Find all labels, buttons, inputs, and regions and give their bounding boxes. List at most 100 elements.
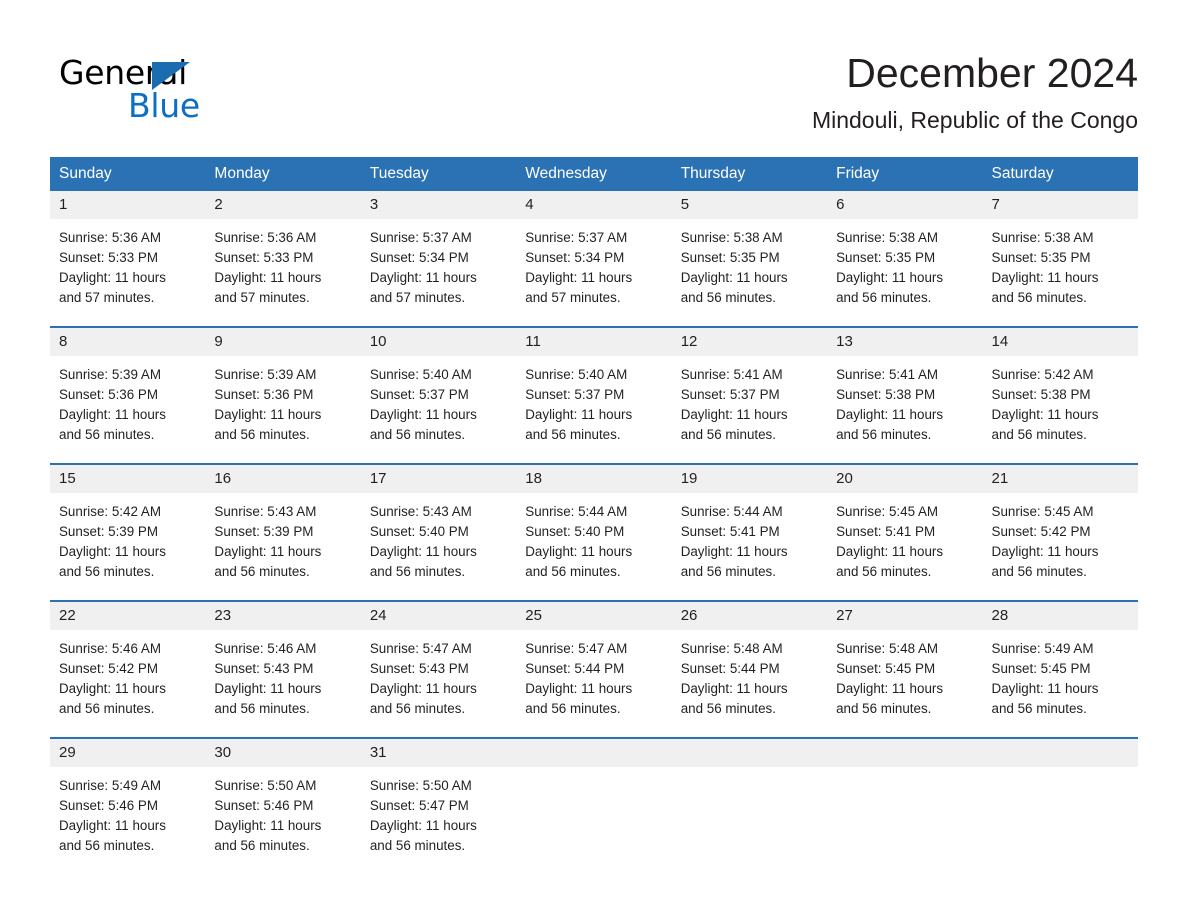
page-header: General Blue December 2024 Mindouli, Rep…: [0, 0, 1188, 150]
sunset-text: Sunset: 5:33 PM: [59, 250, 158, 265]
calendar-day-cell[interactable]: 13 Sunrise: 5:41 AM Sunset: 5:38 PM Dayligh…: [827, 328, 983, 463]
sunrise-text: Sunrise: 5:49 AM: [59, 778, 161, 793]
daylight-text-line1: Daylight: 11 hours: [836, 407, 944, 422]
day-info: Sunrise: 5:38 AM Sunset: 5:35 PM Daylight:…: [672, 219, 827, 326]
day-number: [671, 739, 828, 767]
daylight-text-line1: Daylight: 11 hours: [525, 270, 633, 285]
daylight-text-line1: Daylight: 11 hours: [369, 270, 477, 285]
sunrise-text: Sunrise: 5:38 AM: [991, 230, 1094, 245]
daylight-text-line2: and 56 minutes.: [991, 701, 1087, 716]
daylight-text-line1: Daylight: 11 hours: [59, 818, 166, 833]
day-info: Sunrise: 5:48 AM Sunset: 5:45 PM Daylight:…: [827, 630, 982, 737]
general-blue-logo[interactable]: General Blue: [59, 54, 319, 134]
calendar-day-cell-empty: [516, 739, 672, 874]
sunrise-text: Sunrise: 5:41 AM: [836, 367, 939, 382]
day-number: 22: [50, 602, 206, 630]
sunset-text: Sunset: 5:41 PM: [680, 524, 780, 539]
day-number: 20: [827, 465, 983, 493]
calendar-day-cell[interactable]: 12 Sunrise: 5:41 AM Sunset: 5:37 PM Dayligh…: [671, 328, 828, 463]
calendar-day-cell[interactable]: 31 Sunrise: 5:50 AM Sunset: 5:47 PM Dayligh…: [360, 739, 517, 874]
day-info: Sunrise: 5:37 AM Sunset: 5:34 PM Daylight:…: [516, 219, 671, 326]
daylight-text-line2: and 56 minutes.: [836, 427, 932, 442]
day-number: 23: [205, 602, 361, 630]
calendar-day-cell[interactable]: 5 Sunrise: 5:38 AM Sunset: 5:35 PM Daylight…: [671, 191, 828, 326]
calendar-day-cell[interactable]: 7 Sunrise: 5:38 AM Sunset: 5:35 PM Daylight…: [982, 191, 1138, 326]
daylight-text-line2: and 56 minutes.: [836, 290, 932, 305]
day-number: 28: [982, 602, 1138, 630]
sunrise-text: Sunrise: 5:44 AM: [525, 504, 628, 519]
calendar-day-cell[interactable]: 6 Sunrise: 5:38 AM Sunset: 5:35 PM Daylight…: [827, 191, 983, 326]
sunrise-text: Sunrise: 5:48 AM: [836, 641, 939, 656]
day-number: 7: [982, 191, 1138, 219]
calendar-day-cell[interactable]: 10 Sunrise: 5:40 AM Sunset: 5:37 PM Dayligh…: [360, 328, 517, 463]
daylight-text-line1: Daylight: 11 hours: [680, 681, 788, 696]
sunset-text: Sunset: 5:39 PM: [214, 524, 314, 539]
sunset-text: Sunset: 5:33 PM: [214, 250, 314, 265]
day-number: 10: [360, 328, 517, 356]
calendar-grid: Sunday Monday Tuesday Wednesday Thursday Frid…: [50, 157, 1138, 874]
calendar-day-cell[interactable]: 20 Sunrise: 5:45 AM Sunset: 5:41 PM Dayligh…: [827, 465, 983, 600]
sunrise-text: Sunrise: 5:50 AM: [369, 778, 472, 793]
calendar-day-cell[interactable]: 8 Sunrise: 5:39 AM Sunset: 5:36 PM Daylight…: [50, 328, 206, 463]
weekday-header-sunday: Sunday: [59, 165, 112, 182]
day-number: 15: [50, 465, 206, 493]
day-number: 9: [205, 328, 361, 356]
calendar-day-cell[interactable]: 16 Sunrise: 5:43 AM Sunset: 5:39 PM Dayligh…: [205, 465, 361, 600]
day-info: Sunrise: 5:47 AM Sunset: 5:43 PM Daylight:…: [361, 630, 516, 737]
sunrise-text: Sunrise: 5:41 AM: [680, 367, 783, 382]
sunrise-text: Sunrise: 5:45 AM: [991, 504, 1094, 519]
calendar-day-cell[interactable]: 23 Sunrise: 5:46 AM Sunset: 5:43 PM Dayligh…: [205, 602, 361, 737]
day-number: 1: [50, 191, 206, 219]
calendar-day-cell[interactable]: 17 Sunrise: 5:43 AM Sunset: 5:40 PM Dayligh…: [360, 465, 517, 600]
day-number: 21: [982, 465, 1138, 493]
sunrise-text: Sunrise: 5:36 AM: [59, 230, 161, 245]
sunset-text: Sunset: 5:42 PM: [59, 661, 158, 676]
daylight-text-line1: Daylight: 11 hours: [369, 544, 477, 559]
calendar-day-cell[interactable]: 21 Sunrise: 5:45 AM Sunset: 5:42 PM Dayligh…: [982, 465, 1138, 600]
calendar-day-cell[interactable]: 30 Sunrise: 5:50 AM Sunset: 5:46 PM Dayligh…: [205, 739, 361, 874]
day-info: Sunrise: 5:47 AM Sunset: 5:44 PM Daylight:…: [516, 630, 671, 737]
calendar-day-cell[interactable]: 29 Sunrise: 5:49 AM Sunset: 5:46 PM Dayligh…: [50, 739, 206, 874]
calendar-day-cell[interactable]: 1 Sunrise: 5:36 AM Sunset: 5:33 PM Daylight…: [50, 191, 206, 326]
calendar-day-cell[interactable]: 28 Sunrise: 5:49 AM Sunset: 5:45 PM Dayligh…: [982, 602, 1138, 737]
calendar-day-cell[interactable]: 26 Sunrise: 5:48 AM Sunset: 5:44 PM Dayligh…: [671, 602, 828, 737]
calendar-day-cell[interactable]: 4 Sunrise: 5:37 AM Sunset: 5:34 PM Daylight…: [516, 191, 672, 326]
calendar-day-cell[interactable]: 9 Sunrise: 5:39 AM Sunset: 5:36 PM Daylight…: [205, 328, 361, 463]
calendar-week-row: 1 Sunrise: 5:36 AM Sunset: 5:33 PM Daylight…: [50, 191, 1138, 326]
calendar-day-cell[interactable]: 22 Sunrise: 5:46 AM Sunset: 5:42 PM Dayligh…: [50, 602, 206, 737]
calendar-day-cell[interactable]: 14 Sunrise: 5:42 AM Sunset: 5:38 PM Dayligh…: [982, 328, 1138, 463]
calendar-day-cell[interactable]: 15 Sunrise: 5:42 AM Sunset: 5:39 PM Dayligh…: [50, 465, 206, 600]
daylight-text-line2: and 56 minutes.: [59, 427, 155, 442]
calendar-day-cell[interactable]: 2 Sunrise: 5:36 AM Sunset: 5:33 PM Daylight…: [205, 191, 361, 326]
daylight-text-line2: and 57 minutes.: [214, 290, 310, 305]
daylight-text-line2: and 57 minutes.: [59, 290, 155, 305]
day-info: Sunrise: 5:40 AM Sunset: 5:37 PM Daylight:…: [516, 356, 671, 463]
daylight-text-line2: and 56 minutes.: [680, 290, 776, 305]
sunrise-text: Sunrise: 5:42 AM: [991, 367, 1094, 382]
daylight-text-line2: and 56 minutes.: [214, 427, 310, 442]
calendar-day-cell[interactable]: 3 Sunrise: 5:37 AM Sunset: 5:34 PM Daylight…: [360, 191, 517, 326]
calendar-day-cell[interactable]: 11 Sunrise: 5:40 AM Sunset: 5:37 PM Dayligh…: [516, 328, 672, 463]
calendar-day-cell[interactable]: 24 Sunrise: 5:47 AM Sunset: 5:43 PM Dayligh…: [360, 602, 517, 737]
sunrise-text: Sunrise: 5:46 AM: [59, 641, 161, 656]
daylight-text-line1: Daylight: 11 hours: [214, 818, 322, 833]
calendar-day-cell[interactable]: 19 Sunrise: 5:44 AM Sunset: 5:41 PM Dayligh…: [671, 465, 828, 600]
sunset-text: Sunset: 5:43 PM: [214, 661, 314, 676]
sunset-text: Sunset: 5:37 PM: [680, 387, 780, 402]
calendar-day-cell[interactable]: 27 Sunrise: 5:48 AM Sunset: 5:45 PM Dayligh…: [827, 602, 983, 737]
daylight-text-line2: and 56 minutes.: [525, 701, 621, 716]
calendar-day-cell-empty: [671, 739, 828, 874]
calendar-day-cell[interactable]: 25 Sunrise: 5:47 AM Sunset: 5:44 PM Dayligh…: [516, 602, 672, 737]
sunrise-text: Sunrise: 5:48 AM: [680, 641, 783, 656]
daylight-text-line2: and 56 minutes.: [369, 838, 466, 853]
sunrise-text: Sunrise: 5:50 AM: [214, 778, 317, 793]
sunset-text: Sunset: 5:41 PM: [836, 524, 936, 539]
daylight-text-line2: and 56 minutes.: [991, 564, 1087, 579]
daylight-text-line2: and 56 minutes.: [680, 427, 776, 442]
weekday-header-thursday: Thursday: [680, 165, 746, 182]
day-info: Sunrise: 5:38 AM Sunset: 5:35 PM Daylight:…: [983, 219, 1138, 326]
daylight-text-line1: Daylight: 11 hours: [214, 270, 322, 285]
daylight-text-line1: Daylight: 11 hours: [836, 270, 944, 285]
day-info: Sunrise: 5:39 AM Sunset: 5:36 PM Daylight:…: [205, 356, 360, 463]
calendar-day-cell[interactable]: 18 Sunrise: 5:44 AM Sunset: 5:40 PM Dayligh…: [516, 465, 672, 600]
